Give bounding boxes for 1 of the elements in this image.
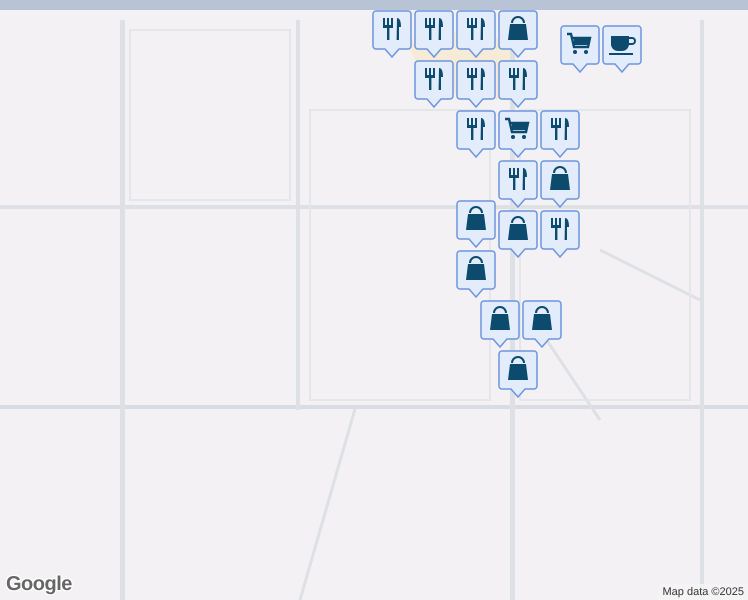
google-logo[interactable]: Google	[6, 573, 72, 596]
